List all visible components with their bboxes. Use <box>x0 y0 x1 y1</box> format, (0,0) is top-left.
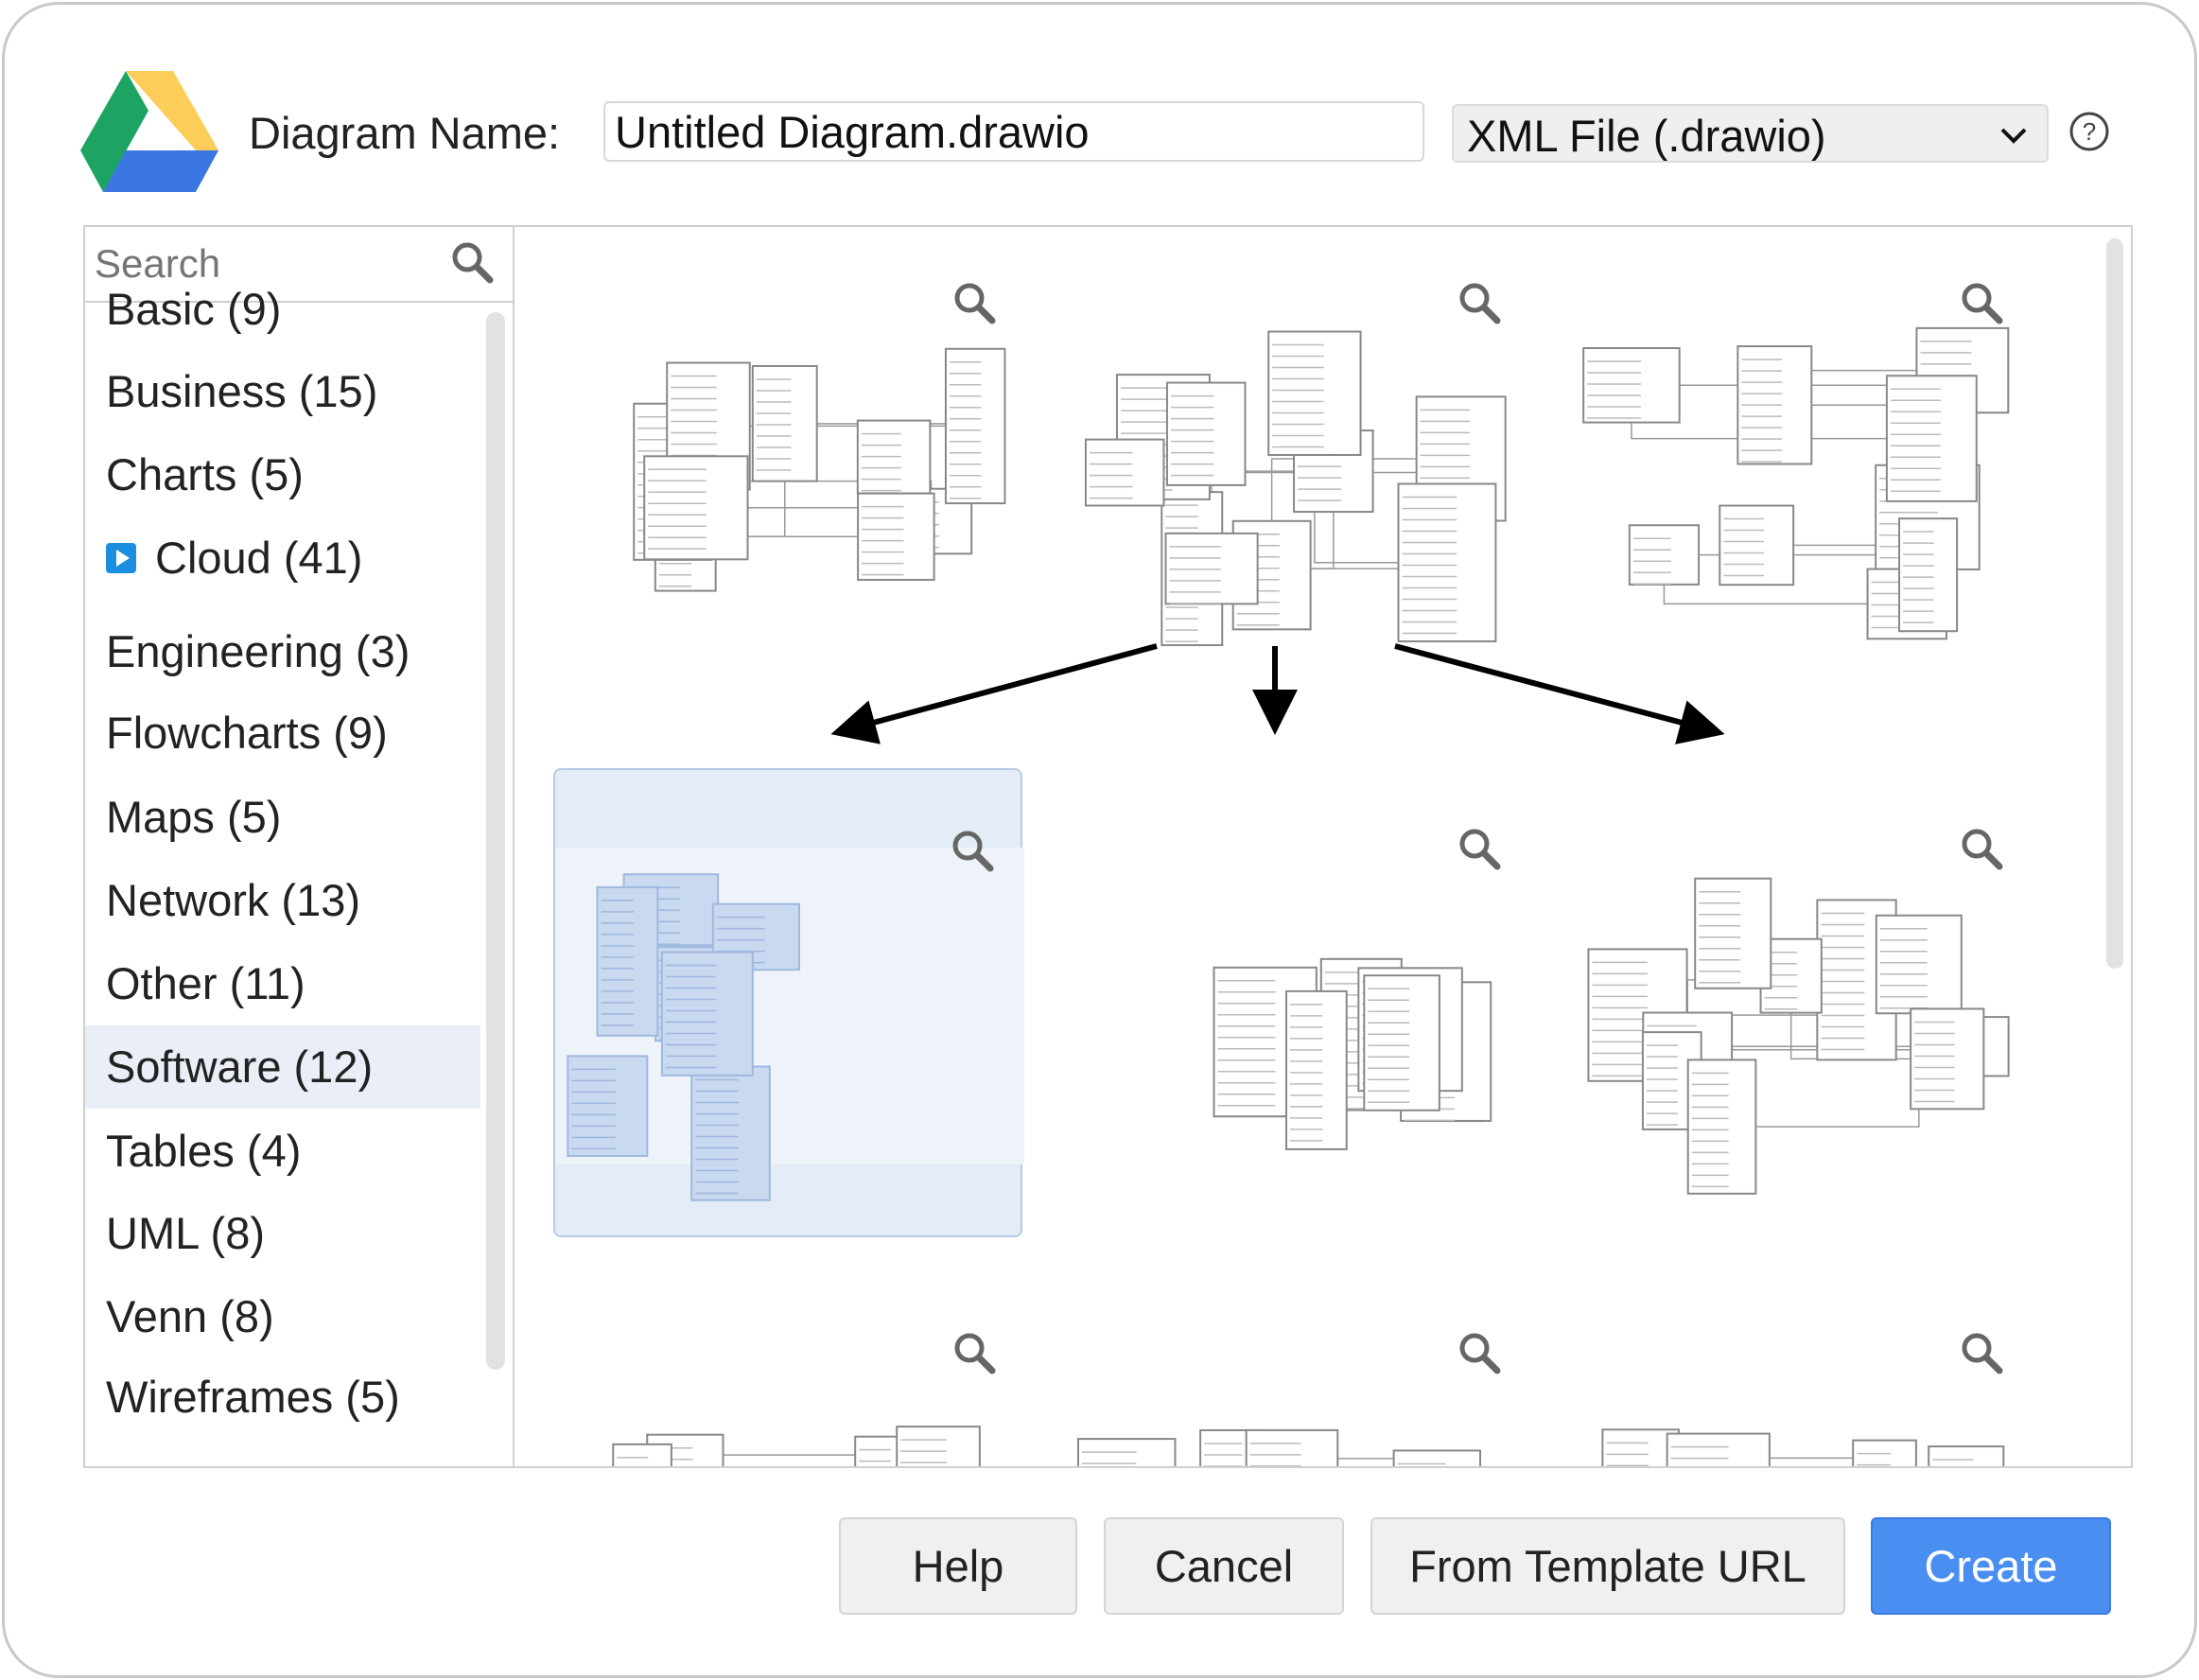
template-panel: Basic (9)Business (15)Charts (5)Cloud (4… <box>83 225 2133 1468</box>
format-select-value: XML File (.drawio) <box>1467 111 1826 161</box>
format-select[interactable]: XML File (.drawio) <box>1452 104 2049 163</box>
arrow-left <box>830 643 1158 744</box>
new-diagram-dialog: Diagram Name: XML File (.drawio) ? Basic… <box>2 2 2197 1678</box>
arrows-overlay <box>830 643 1725 744</box>
diagram-name-input[interactable] <box>603 101 1424 162</box>
svg-text:?: ? <box>2083 117 2096 146</box>
from-template-url-button[interactable]: From Template URL <box>1370 1517 1845 1615</box>
chevron-down-icon <box>2000 128 2027 144</box>
create-button[interactable]: Create <box>1871 1517 2111 1615</box>
google-drive-logo <box>80 71 218 192</box>
cancel-button[interactable]: Cancel <box>1104 1517 1344 1615</box>
help-button[interactable]: Help <box>839 1517 1077 1615</box>
diagram-name-label: Diagram Name: <box>249 108 561 158</box>
arrow-right <box>1394 643 1725 744</box>
template-scrollbar[interactable] <box>2106 238 2123 969</box>
help-circle-icon[interactable]: ? <box>2068 111 2110 152</box>
